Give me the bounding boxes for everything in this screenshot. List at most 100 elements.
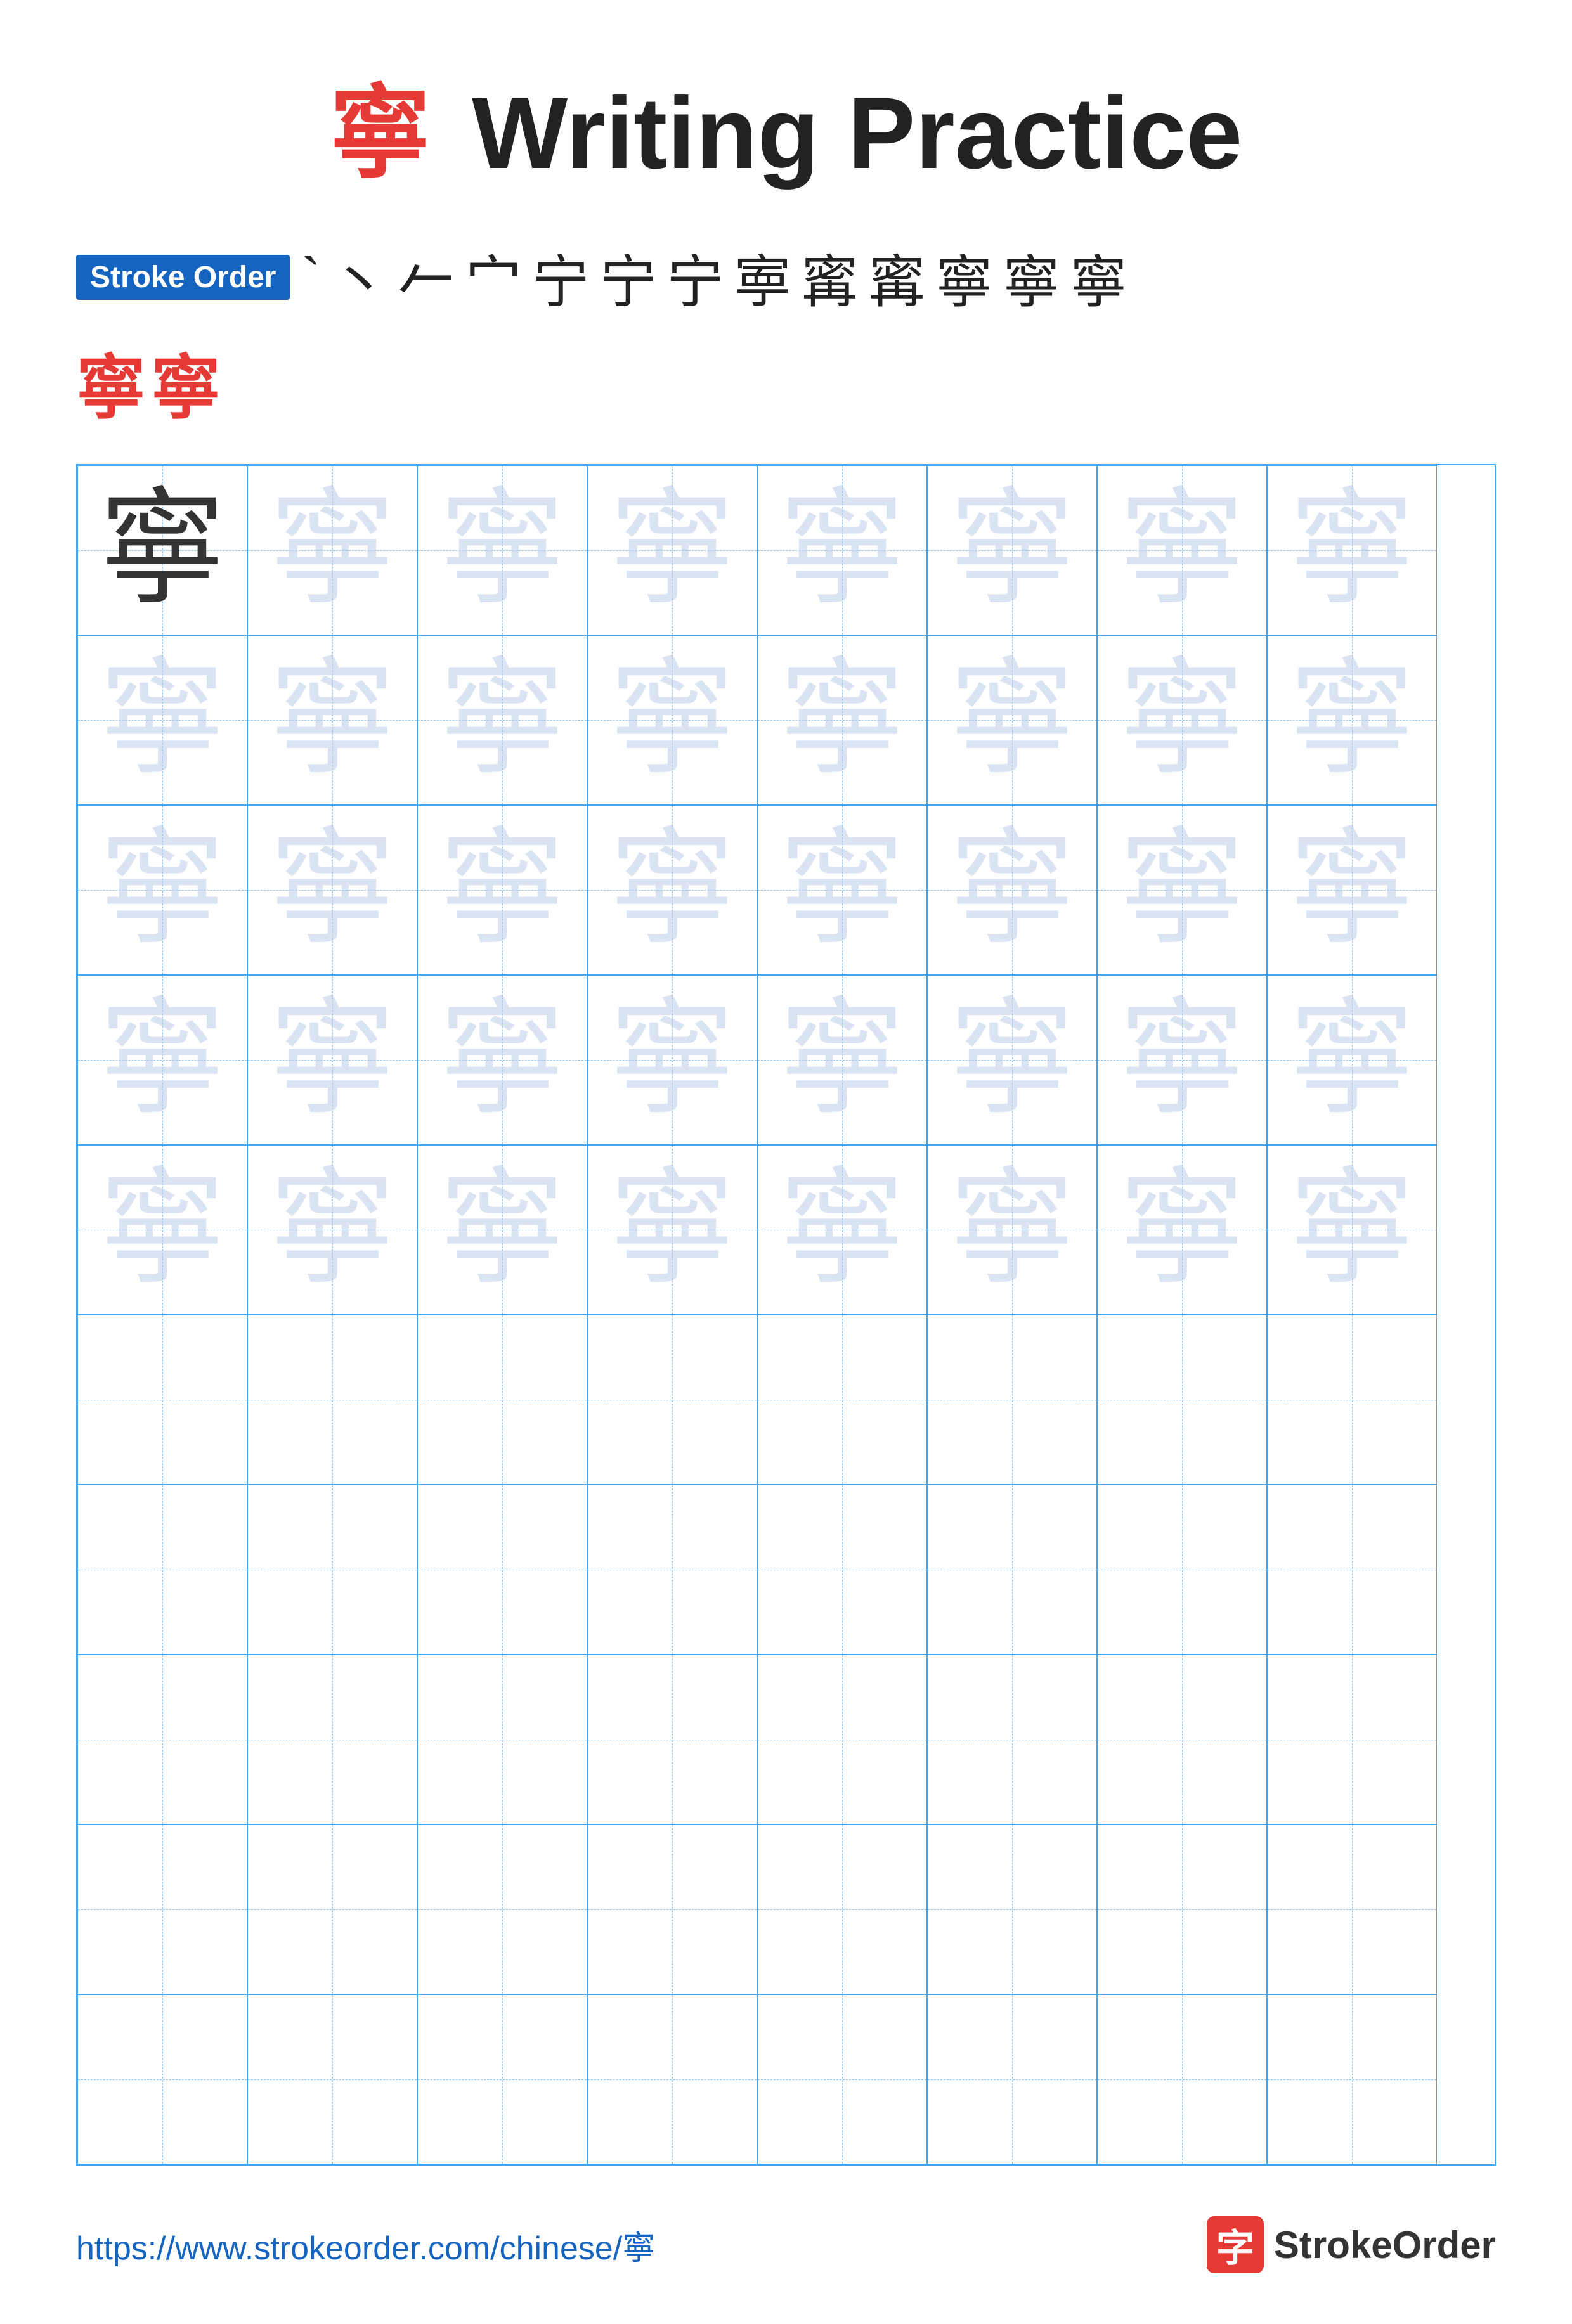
grid-cell-r1c5[interactable]: 寧 bbox=[757, 465, 927, 635]
char-ghost: 寧 bbox=[1289, 827, 1415, 953]
grid-cell-r7c8[interactable] bbox=[1267, 1485, 1437, 1655]
grid-cell-r8c6[interactable] bbox=[927, 1655, 1097, 1824]
grid-cell-r4c4[interactable]: 寧 bbox=[587, 975, 757, 1145]
grid-cell-r8c2[interactable] bbox=[247, 1655, 417, 1824]
grid-cell-r8c3[interactable] bbox=[417, 1655, 587, 1824]
grid-cell-r4c1[interactable]: 寧 bbox=[77, 975, 247, 1145]
char-ghost: 寧 bbox=[269, 487, 396, 614]
grid-cell-r9c2[interactable] bbox=[247, 1824, 417, 1994]
stroke-char-1: ` bbox=[301, 245, 320, 310]
grid-cell-r5c2[interactable]: 寧 bbox=[247, 1145, 417, 1315]
grid-cell-r10c2[interactable] bbox=[247, 1994, 417, 2164]
grid-cell-r1c7[interactable]: 寧 bbox=[1097, 465, 1267, 635]
grid-cell-r10c3[interactable] bbox=[417, 1994, 587, 2164]
grid-cell-r2c1[interactable]: 寧 bbox=[77, 635, 247, 805]
grid-cell-r6c4[interactable] bbox=[587, 1315, 757, 1485]
grid-cell-r3c2[interactable]: 寧 bbox=[247, 805, 417, 975]
grid-cell-r7c5[interactable] bbox=[757, 1485, 927, 1655]
grid-cell-r2c6[interactable]: 寧 bbox=[927, 635, 1097, 805]
grid-cell-r9c4[interactable] bbox=[587, 1824, 757, 1994]
grid-cell-r4c7[interactable]: 寧 bbox=[1097, 975, 1267, 1145]
grid-cell-r3c8[interactable]: 寧 bbox=[1267, 805, 1437, 975]
grid-cell-r8c4[interactable] bbox=[587, 1655, 757, 1824]
grid-cell-r10c5[interactable] bbox=[757, 1994, 927, 2164]
grid-cell-r6c7[interactable] bbox=[1097, 1315, 1267, 1485]
grid-cell-r7c4[interactable] bbox=[587, 1485, 757, 1655]
grid-cell-r3c7[interactable]: 寧 bbox=[1097, 805, 1267, 975]
stroke-char-9: 寗 bbox=[801, 236, 858, 318]
grid-cell-r6c8[interactable] bbox=[1267, 1315, 1437, 1485]
grid-cell-r1c4[interactable]: 寧 bbox=[587, 465, 757, 635]
grid-cell-r5c5[interactable]: 寧 bbox=[757, 1145, 927, 1315]
grid-cell-r10c8[interactable] bbox=[1267, 1994, 1437, 2164]
grid-cell-r6c1[interactable] bbox=[77, 1315, 247, 1485]
grid-cell-r2c2[interactable]: 寧 bbox=[247, 635, 417, 805]
grid-cell-r2c4[interactable]: 寧 bbox=[587, 635, 757, 805]
grid-cell-r9c1[interactable] bbox=[77, 1824, 247, 1994]
grid-cell-r3c3[interactable]: 寧 bbox=[417, 805, 587, 975]
grid-cell-r9c6[interactable] bbox=[927, 1824, 1097, 1994]
stroke-char-11: 寧 bbox=[935, 236, 992, 318]
stroke-char-7: 宁 bbox=[666, 236, 724, 318]
stroke-order-section: Stroke Order ` 丶 𠂉 宀 宁 宁 宁 寕 寗 寗 寧 寧 寧 寧… bbox=[76, 236, 1496, 432]
grid-cell-r5c3[interactable]: 寧 bbox=[417, 1145, 587, 1315]
grid-cell-r3c6[interactable]: 寧 bbox=[927, 805, 1097, 975]
grid-cell-r1c2[interactable]: 寧 bbox=[247, 465, 417, 635]
grid-cell-r4c8[interactable]: 寧 bbox=[1267, 975, 1437, 1145]
title-section: 寧 Writing Practice bbox=[76, 51, 1496, 198]
grid-cell-r7c6[interactable] bbox=[927, 1485, 1097, 1655]
grid-cell-r9c5[interactable] bbox=[757, 1824, 927, 1994]
grid-cell-r3c4[interactable]: 寧 bbox=[587, 805, 757, 975]
grid-cell-r9c7[interactable] bbox=[1097, 1824, 1267, 1994]
grid-cell-r7c3[interactable] bbox=[417, 1485, 587, 1655]
grid-cell-r4c6[interactable]: 寧 bbox=[927, 975, 1097, 1145]
grid-cell-r5c8[interactable]: 寧 bbox=[1267, 1145, 1437, 1315]
grid-cell-r8c7[interactable] bbox=[1097, 1655, 1267, 1824]
char-ghost: 寧 bbox=[779, 997, 906, 1123]
grid-cell-r5c4[interactable]: 寧 bbox=[587, 1145, 757, 1315]
grid-cell-r1c1[interactable]: 寧 bbox=[77, 465, 247, 635]
char-ghost: 寧 bbox=[269, 827, 396, 953]
grid-cell-r7c1[interactable] bbox=[77, 1485, 247, 1655]
practice-grid: 寧 寧 寧 寧 寧 寧 寧 寧 寧 寧 寧 寧 寧 寧 寧 寧 寧 寧 寧 寧 … bbox=[76, 464, 1496, 2166]
char-ghost: 寧 bbox=[609, 827, 736, 953]
grid-cell-r5c1[interactable]: 寧 bbox=[77, 1145, 247, 1315]
grid-cell-r8c1[interactable] bbox=[77, 1655, 247, 1824]
grid-cell-r10c1[interactable] bbox=[77, 1994, 247, 2164]
grid-cell-r5c6[interactable]: 寧 bbox=[927, 1145, 1097, 1315]
grid-cell-r10c4[interactable] bbox=[587, 1994, 757, 2164]
grid-cell-r5c7[interactable]: 寧 bbox=[1097, 1145, 1267, 1315]
grid-cell-r7c7[interactable] bbox=[1097, 1485, 1267, 1655]
grid-cell-r1c6[interactable]: 寧 bbox=[927, 465, 1097, 635]
grid-cell-r1c8[interactable]: 寧 bbox=[1267, 465, 1437, 635]
grid-cell-r7c2[interactable] bbox=[247, 1485, 417, 1655]
grid-cell-r9c3[interactable] bbox=[417, 1824, 587, 1994]
grid-cell-r4c5[interactable]: 寧 bbox=[757, 975, 927, 1145]
grid-cell-r9c8[interactable] bbox=[1267, 1824, 1437, 1994]
grid-cell-r6c3[interactable] bbox=[417, 1315, 587, 1485]
grid-cell-r3c5[interactable]: 寧 bbox=[757, 805, 927, 975]
grid-cell-r6c5[interactable] bbox=[757, 1315, 927, 1485]
grid-cell-r2c7[interactable]: 寧 bbox=[1097, 635, 1267, 805]
grid-cell-r2c5[interactable]: 寧 bbox=[757, 635, 927, 805]
grid-cell-r10c7[interactable] bbox=[1097, 1994, 1267, 2164]
grid-cell-r4c2[interactable]: 寧 bbox=[247, 975, 417, 1145]
char-ghost: 寧 bbox=[1119, 487, 1245, 614]
grid-cell-r2c3[interactable]: 寧 bbox=[417, 635, 587, 805]
grid-cell-r8c5[interactable] bbox=[757, 1655, 927, 1824]
stroke-order-badge: Stroke Order bbox=[76, 255, 290, 300]
grid-cell-r2c8[interactable]: 寧 bbox=[1267, 635, 1437, 805]
char-ghost: 寧 bbox=[99, 827, 226, 953]
grid-cell-r10c6[interactable] bbox=[927, 1994, 1097, 2164]
grid-cell-r8c8[interactable] bbox=[1267, 1655, 1437, 1824]
grid-cell-r4c3[interactable]: 寧 bbox=[417, 975, 587, 1145]
grid-cell-r1c3[interactable]: 寧 bbox=[417, 465, 587, 635]
grid-cell-r6c2[interactable] bbox=[247, 1315, 417, 1485]
footer-url[interactable]: https://www.strokeorder.com/chinese/寧 bbox=[76, 2221, 655, 2269]
char-ghost: 寧 bbox=[269, 657, 396, 784]
grid-cell-r6c6[interactable] bbox=[927, 1315, 1097, 1485]
stroke-char-3: 𠂉 bbox=[398, 236, 455, 318]
grid-cell-r3c1[interactable]: 寧 bbox=[77, 805, 247, 975]
char-ghost: 寧 bbox=[1119, 997, 1245, 1123]
char-ghost: 寧 bbox=[949, 1166, 1075, 1293]
